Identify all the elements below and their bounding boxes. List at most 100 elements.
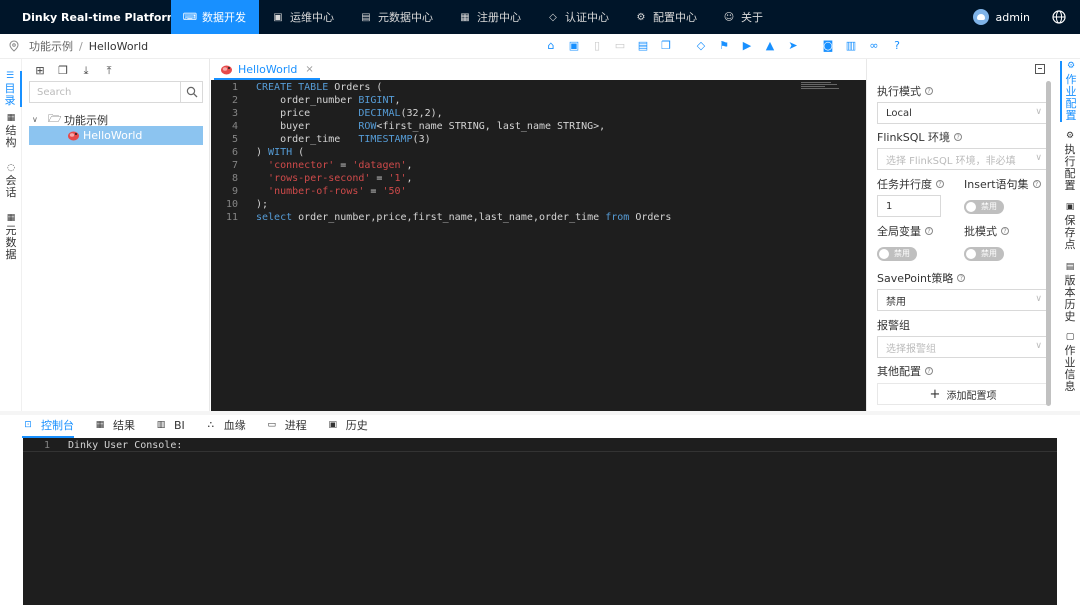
check-shield-icon[interactable]: ◇: [695, 40, 707, 52]
question-icon[interactable]: ?: [957, 274, 966, 282]
code-text: buyer ROW<first_name STRING, last_name S…: [256, 121, 606, 132]
tab-job-config[interactable]: ⚙ 作业配置: [1060, 61, 1080, 122]
tab-version-history[interactable]: ▤ 版本历史: [1060, 262, 1080, 323]
camera-icon[interactable]: ◙: [822, 40, 834, 52]
tab-savepoint-label: 保存点: [1064, 214, 1076, 251]
flinksql-env-select[interactable]: 选择 FlinkSQL 环境，非必填 ∨: [877, 148, 1049, 170]
tab-session[interactable]: ◌ 会话: [0, 163, 22, 199]
nav-item-2[interactable]: ▤ 元数据中心: [347, 0, 446, 34]
code-text: );: [256, 199, 269, 210]
tab-job-info[interactable]: ▢ 作业信息: [1060, 332, 1080, 393]
flag-icon[interactable]: ⚑: [718, 40, 730, 52]
code-text: ) WITH (: [256, 147, 305, 158]
table-icon: ▦: [95, 420, 105, 430]
question-icon[interactable]: ?: [925, 367, 933, 375]
search-input[interactable]: [30, 82, 180, 102]
question-icon[interactable]: ?: [925, 227, 933, 235]
nav-item-0[interactable]: ⌨ 数据开发: [171, 0, 259, 34]
code-editor[interactable]: 1 CREATE TABLE Orders (2 order_number BIG…: [211, 80, 866, 411]
new-file-icon[interactable]: ❐: [57, 65, 69, 77]
flink-squirrel-icon: [221, 65, 232, 75]
breadcrumb-parent[interactable]: 功能示例: [29, 38, 73, 54]
batch-toggle[interactable]: 禁用: [964, 247, 1004, 261]
editor-tab[interactable]: HelloWorld ×: [214, 61, 320, 80]
play-icon[interactable]: ▶: [741, 40, 753, 52]
tree-file-selected[interactable]: HelloWorld: [29, 126, 203, 145]
global-var-toggle[interactable]: 禁用: [877, 247, 917, 261]
flinksql-env-label-text: FlinkSQL 环境: [877, 131, 951, 144]
parallelism-input[interactable]: 1: [877, 195, 941, 217]
question-icon[interactable]: ?: [1032, 180, 1041, 188]
console-output[interactable]: 1 Dinky User Console:: [23, 438, 1057, 605]
collapse-icon[interactable]: [1035, 64, 1045, 74]
question-icon[interactable]: ?: [954, 133, 963, 141]
upload-icon[interactable]: ⤒: [103, 65, 115, 77]
chevron-down-icon[interactable]: ∨: [32, 115, 42, 124]
line-number: 8: [231, 173, 238, 184]
top-nav: Dinky Real-time Platform ⌨ 数据开发 ▣ 运维中心 ▤ 元数据中…: [0, 0, 1080, 34]
globe-icon[interactable]: [1052, 10, 1066, 24]
search-button[interactable]: [180, 82, 202, 102]
bar-chart-icon: ▥: [156, 420, 166, 430]
link-icon[interactable]: ∞: [868, 40, 880, 52]
tab-savepoint[interactable]: ▣ 保存点: [1060, 202, 1080, 251]
brand[interactable]: Dinky Real-time Platform: [0, 0, 178, 34]
alert-group-label-text: 报警组: [877, 319, 910, 332]
tab-structure[interactable]: ▦ 结构: [0, 113, 22, 149]
delete-icon[interactable]: ▥: [845, 40, 857, 52]
tab-console[interactable]: ⊡ 控制台: [22, 416, 74, 438]
line-number: 1: [231, 82, 238, 93]
add-config-button[interactable]: + 添加配置项: [877, 383, 1049, 405]
editor-toolbar: ⌂ ▣ ▯ ▭ ▤ ❐ ◇ ⚑ ▶ ▲ ➤ ◙ ▥ ∞ ?: [545, 40, 914, 52]
close-icon[interactable]: ×: [305, 64, 313, 75]
insert-toggle[interactable]: 禁用: [964, 200, 1004, 214]
exec-mode-select[interactable]: Local ∨: [877, 102, 1049, 124]
avatar[interactable]: [972, 9, 989, 25]
copy-icon[interactable]: ❐: [660, 40, 672, 52]
tab-history[interactable]: ▣ 历史: [327, 416, 368, 438]
question-icon[interactable]: ?: [936, 180, 944, 188]
rocket-icon[interactable]: ▲: [764, 40, 776, 52]
terminal-icon[interactable]: ▣: [568, 40, 580, 52]
monitor-icon: ▣: [273, 11, 283, 23]
download-icon[interactable]: ⤓: [80, 65, 92, 77]
history-icon: ▤: [1065, 262, 1075, 272]
alert-group-placeholder: 选择报警组: [886, 343, 936, 355]
save-icon[interactable]: ▤: [637, 40, 649, 52]
savepoint-select[interactable]: 禁用 ∨: [877, 289, 1049, 311]
file-icon[interactable]: ▯: [591, 40, 603, 52]
tab-session-label: 会话: [5, 174, 17, 199]
new-folder-icon[interactable]: ⊞: [34, 65, 46, 77]
question-icon[interactable]: ?: [925, 87, 933, 95]
tab-result[interactable]: ▦ 结果: [94, 416, 135, 438]
nav-item-5[interactable]: ⚙ 配置中心: [622, 0, 710, 34]
nav-item-4[interactable]: ◇ 认证中心: [534, 0, 622, 34]
tab-process[interactable]: ▭ 进程: [266, 416, 307, 438]
tab-bi[interactable]: ▥ BI: [155, 416, 185, 438]
nav-item-1[interactable]: ▣ 运维中心: [259, 0, 347, 34]
cluster-icon[interactable]: ⌂: [545, 40, 557, 52]
toolbar: 功能示例 / HelloWorld ⌂ ▣ ▯ ▭ ▤ ❐ ◇ ⚑ ▶ ▲ ➤ …: [0, 34, 1080, 59]
nav-item-6[interactable]: ☺ 关于: [710, 0, 776, 34]
folder-icon[interactable]: ▭: [614, 40, 626, 52]
console-icon: ⊡: [24, 420, 32, 430]
database-icon: ▤: [361, 11, 371, 23]
parallelism-value: 1: [886, 200, 893, 212]
nav-item-label: 运维中心: [290, 11, 334, 24]
tab-lineage[interactable]: ⛬ 血缘: [205, 416, 246, 438]
nav-item-label: 关于: [741, 11, 763, 24]
user-name[interactable]: admin: [996, 11, 1030, 24]
scrollbar[interactable]: [1046, 81, 1051, 406]
nav-item-3[interactable]: ▦ 注册中心: [446, 0, 534, 34]
tab-metadata[interactable]: ▦ 元数据: [0, 213, 22, 261]
alert-group-select[interactable]: 选择报警组 ∨: [877, 336, 1049, 358]
grid-icon: ▦: [460, 11, 470, 23]
send-icon[interactable]: ➤: [787, 40, 799, 52]
minimap[interactable]: [801, 82, 841, 92]
tab-directory[interactable]: ☰ 目录: [0, 71, 22, 107]
main-menu: ⌨ 数据开发 ▣ 运维中心 ▤ 元数据中心 ▦ 注册中心 ◇ 认证中心 ⚙ 配置中心 ☺ 关于: [171, 0, 776, 34]
question-icon[interactable]: ?: [1001, 227, 1009, 235]
help-icon[interactable]: ?: [891, 40, 903, 52]
tab-exec-config[interactable]: ⚙ 执行配置: [1060, 131, 1080, 192]
line-number: 2: [231, 95, 238, 106]
